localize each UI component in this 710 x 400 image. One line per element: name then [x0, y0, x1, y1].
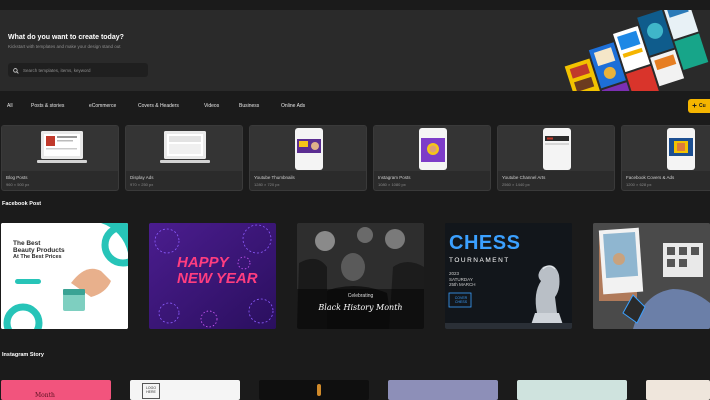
format-name: Youtube Channel Arts: [502, 175, 546, 180]
search-placeholder: Search templates, items, keyword: [23, 67, 91, 73]
hero-title: What do you want to create today?: [8, 34, 124, 41]
format-name: Blog Posts: [6, 175, 28, 180]
phone-youtube-thumbnail: [295, 128, 323, 170]
story2-logo: LOGO HERE: [142, 383, 160, 399]
format-card-display-ads[interactable]: Display Ads 970 × 250 px: [125, 125, 243, 191]
category-tabs: All Posts & stories eCommerce Covers & H…: [0, 99, 710, 115]
laptop-blog-thumbnail: [37, 131, 87, 163]
laptop-display-ads-thumbnail: [160, 131, 210, 163]
format-card-instagram-posts[interactable]: Instagram Posts 1080 × 1080 px: [373, 125, 491, 191]
format-name: Youtube Thumbnails: [254, 175, 295, 180]
template-card-story-4[interactable]: [388, 380, 498, 400]
newyear-line2: NEW YEAR: [177, 270, 258, 287]
template-card-story-6[interactable]: [646, 380, 710, 400]
template-card-story-5[interactable]: [517, 380, 627, 400]
template-card-story-2[interactable]: LOGO HERE: [130, 380, 240, 400]
beauty-line2: Beauty Products: [13, 247, 65, 254]
format-card-youtube-channel-arts[interactable]: Youtube Channel Arts 2560 × 1440 px: [497, 125, 615, 191]
tab-business[interactable]: Business: [239, 103, 259, 109]
template-card-black-history-month[interactable]: Celebrating Black History Month: [297, 223, 424, 329]
template-card-moodboard-collage[interactable]: [593, 223, 710, 329]
moodboard-template-art: [593, 223, 710, 329]
facebook-post-templates: The Best Beauty Products At The Best Pri…: [0, 223, 710, 329]
tab-all[interactable]: All: [7, 103, 13, 109]
search-icon: [13, 61, 19, 79]
chess-date: 25th MARCH: [449, 282, 476, 287]
phone-facebook-thumbnail: [667, 128, 695, 170]
beauty-line1: The Best: [13, 240, 41, 247]
format-card-youtube-thumbnails[interactable]: Youtube Thumbnails 1280 × 720 px: [249, 125, 367, 191]
chess-subtitle: TOURNAMENT: [449, 257, 510, 264]
tab-videos[interactable]: Videos: [204, 103, 219, 109]
format-name: Display Ads: [130, 175, 154, 180]
format-size: 970 × 250 px: [130, 182, 154, 187]
story1-text: Month: [35, 392, 55, 399]
tab-online-ads[interactable]: Online Ads: [281, 103, 305, 109]
black-history-template-art: [297, 223, 424, 329]
format-size: 1280 × 720 px: [254, 182, 280, 187]
create-button[interactable]: Cu: [688, 99, 710, 113]
template-card-beauty[interactable]: The Best Beauty Products At The Best Pri…: [1, 223, 128, 329]
hero-subtitle: Kickstart with templates and make your d…: [8, 44, 121, 49]
mlk-script-text: Black History Month: [318, 303, 403, 312]
template-card-chess-tournament[interactable]: CHESS TOURNAMENT 2023 SATURDAY 25th MARC…: [445, 223, 572, 329]
format-size: 1200 × 628 px: [626, 182, 652, 187]
format-name: Facebook Covers & Ads: [626, 175, 675, 180]
mlk-small-text: Celebrating: [347, 293, 374, 299]
section-title-instagram-story: Instagram Story: [2, 352, 44, 358]
chess-title: CHESS: [449, 232, 521, 254]
template-collage-image: [564, 10, 709, 91]
phone-instagram-thumbnail: [419, 128, 447, 170]
section-title-facebook-post: Facebook Post: [2, 201, 42, 207]
tab-covers-headers[interactable]: Covers & Headers: [138, 103, 179, 109]
create-button-label: Cu: [699, 103, 706, 109]
tab-ecommerce[interactable]: eCommerce: [89, 103, 116, 109]
hero-banner: What do you want to create today? Kickst…: [0, 10, 710, 91]
newyear-line1: HAPPY: [177, 254, 229, 271]
format-cards: Blog Posts 960 × 500 px Display Ads 970 …: [0, 125, 710, 191]
format-card-facebook-covers-ads[interactable]: Facebook Covers & Ads 1200 × 628 px: [621, 125, 710, 191]
beauty-template-art: [1, 223, 128, 329]
template-card-story-1[interactable]: Month: [1, 380, 111, 400]
chess-badge: COVER CHESS: [454, 296, 468, 304]
format-size: 960 × 500 px: [6, 182, 30, 187]
format-size: 1080 × 1080 px: [378, 182, 406, 187]
phone-channel-art-thumbnail: [543, 128, 571, 170]
tab-posts-stories[interactable]: Posts & stories: [31, 103, 64, 109]
template-card-story-3[interactable]: [259, 380, 369, 400]
template-card-happy-new-year[interactable]: HAPPY NEW YEAR: [149, 223, 276, 329]
template-search-input[interactable]: Search templates, items, keyword: [8, 63, 148, 77]
plus-icon: [692, 103, 697, 110]
format-name: Instagram Posts: [378, 175, 411, 180]
instagram-story-templates: Month LOGO HERE: [0, 380, 710, 400]
format-card-blog-posts[interactable]: Blog Posts 960 × 500 px: [1, 125, 119, 191]
format-size: 2560 × 1440 px: [502, 182, 530, 187]
beauty-line3: At The Best Prices: [13, 254, 62, 260]
